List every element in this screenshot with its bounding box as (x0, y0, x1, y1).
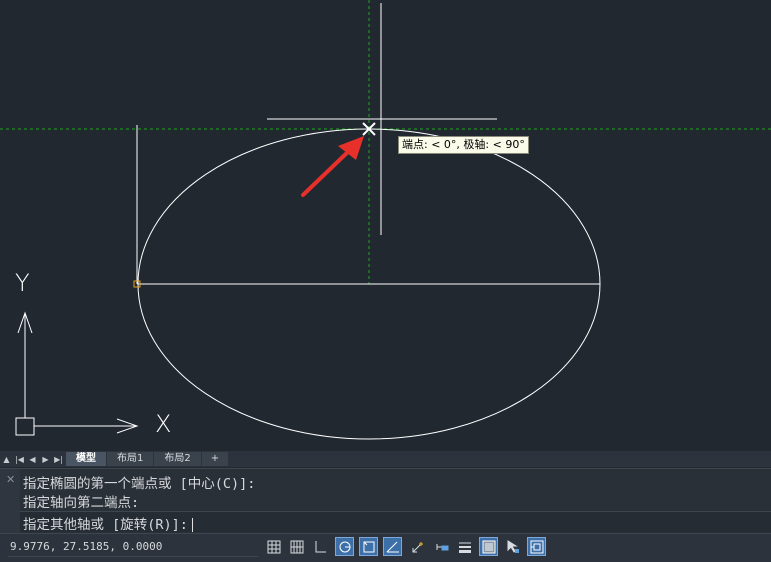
dynamic-ucs-icon[interactable] (408, 537, 427, 556)
text-caret (191, 518, 193, 532)
command-input[interactable]: 指定其他轴或 [旋转(R)]: (20, 511, 771, 533)
ucs-y-label: Y (15, 269, 30, 297)
scroll-up-icon[interactable]: ▲ (0, 451, 13, 467)
selection-cycling-icon[interactable] (503, 537, 522, 556)
dynamic-input-icon[interactable] (432, 537, 451, 556)
snap-tooltip: 端点: < 0°, 极轴: < 90° (398, 136, 529, 154)
tab-model[interactable]: 模型 (66, 452, 106, 466)
command-history-line: 指定椭圆的第一个端点或 [中心(C)]: (23, 476, 256, 492)
transparency-icon[interactable] (479, 537, 498, 556)
lineweight-icon[interactable] (455, 537, 474, 556)
tab-layout2[interactable]: 布局2 (154, 452, 201, 466)
layout-tab-bar: ▲ |◀ ◀ ▶ ▶| 模型 布局1 布局2 + (0, 451, 771, 467)
ortho-mode-icon[interactable] (310, 537, 329, 556)
grid-display-icon[interactable] (264, 537, 283, 556)
next-tab-icon[interactable]: ▶ (39, 451, 52, 467)
command-prompt: 指定其他轴或 [旋转(R)]: (23, 517, 188, 533)
ucs-x-label: X (155, 410, 172, 438)
status-bar: 9.9776, 27.5185, 0.0000 (0, 533, 771, 562)
snap-mode-icon[interactable] (287, 537, 306, 556)
prev-tab-icon[interactable]: ◀ (26, 451, 39, 467)
object-snap-tracking-icon[interactable] (383, 537, 402, 556)
last-tab-icon[interactable]: ▶| (52, 451, 65, 467)
coords-divider (8, 556, 258, 557)
polar-tracking-icon[interactable] (335, 537, 354, 556)
command-history-line: 指定轴向第二端点: (23, 495, 140, 511)
add-layout-button[interactable]: + (201, 452, 229, 466)
command-line: ✕ 指定椭圆的第一个端点或 [中心(C)]: 指定轴向第二端点: 指定其他轴或 … (0, 468, 771, 533)
drawing-svg (0, 0, 771, 440)
drawing-canvas[interactable]: Y X 端点: < 0°, 极轴: < 90° (0, 0, 771, 451)
first-tab-icon[interactable]: |◀ (13, 451, 26, 467)
red-arrow-annotation (301, 136, 364, 197)
object-snap-icon[interactable] (359, 537, 378, 556)
ucs-icon (15, 311, 139, 436)
annotation-monitor-icon[interactable] (527, 537, 546, 556)
close-icon[interactable]: ✕ (6, 473, 15, 486)
coordinate-readout[interactable]: 9.9776, 27.5185, 0.0000 (10, 540, 162, 553)
tab-layout1[interactable]: 布局1 (107, 452, 154, 466)
